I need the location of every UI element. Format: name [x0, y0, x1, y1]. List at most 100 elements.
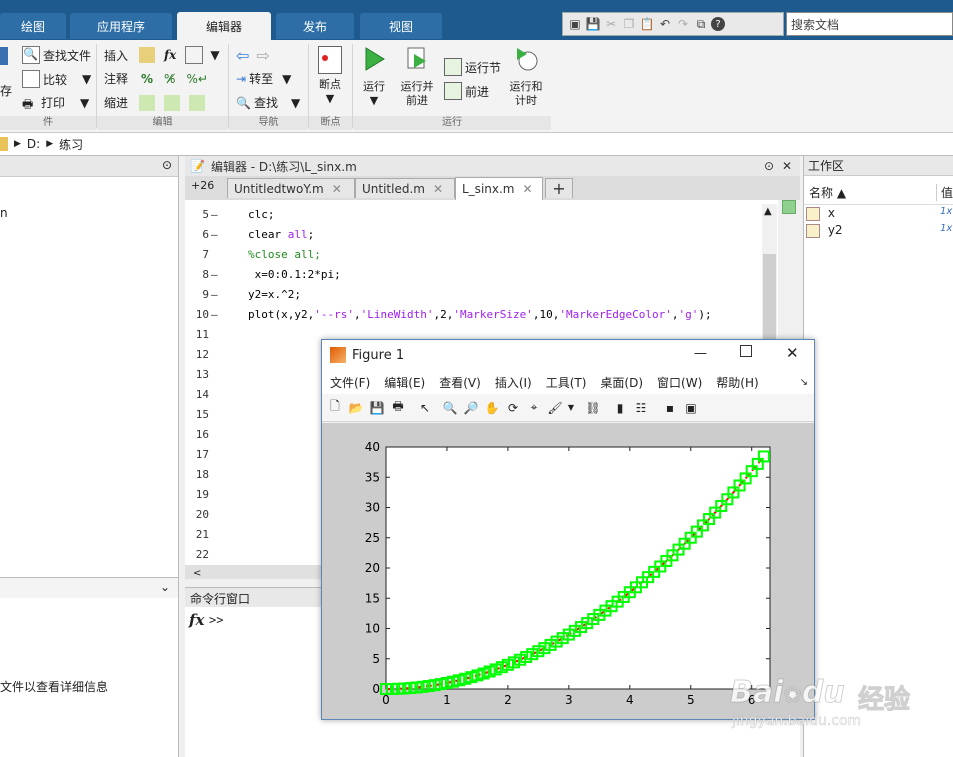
- close-icon[interactable]: ✕: [786, 344, 799, 362]
- tab-view[interactable]: 视图: [360, 13, 442, 39]
- compare-button[interactable]: 比较 ▼: [22, 70, 91, 88]
- workspace-col-value[interactable]: 值: [936, 184, 953, 201]
- print-button[interactable]: 🖶 打印 ▼: [22, 94, 89, 111]
- chevron-down-icon[interactable]: ⌄: [160, 580, 170, 594]
- new-tab-button[interactable]: +: [545, 178, 573, 198]
- file-list-item[interactable]: n: [0, 206, 8, 220]
- legend-icon[interactable]: ☷: [632, 399, 650, 417]
- workspace-var-row[interactable]: y2 1x: [806, 223, 953, 239]
- figure-menu-item[interactable]: 查看(V): [439, 374, 481, 391]
- link-plot-icon[interactable]: ⛓: [584, 399, 602, 417]
- save-icon[interactable]: 💾: [585, 16, 601, 32]
- tab-overflow-button[interactable]: +26: [191, 179, 214, 192]
- show-plot-tools-icon[interactable]: ▣: [682, 399, 700, 417]
- increase-indent-icon[interactable]: [164, 94, 181, 111]
- hide-plot-tools-icon[interactable]: ▪: [661, 399, 679, 417]
- figure-menu-item[interactable]: 文件(F): [330, 374, 370, 391]
- code-line[interactable]: plot(x,y2,'--rs','LineWidth',2,'MarkerSi…: [248, 308, 712, 321]
- smart-indent-icon[interactable]: [139, 94, 156, 111]
- breakpoint-marker[interactable]: –: [211, 308, 221, 321]
- run-button[interactable]: 运行 ▼: [356, 46, 392, 108]
- find-files-button[interactable]: 🔍 查找文件: [22, 46, 91, 64]
- close-icon[interactable]: ✕: [782, 159, 792, 173]
- forward-arrow-icon[interactable]: ⇨: [256, 46, 269, 65]
- print-icon[interactable]: 🖶: [389, 399, 407, 417]
- code-line[interactable]: %close all;: [248, 248, 321, 261]
- panel-menu-icon[interactable]: ⊙: [162, 158, 172, 172]
- chevron-down-icon[interactable]: ▼: [210, 48, 219, 62]
- search-documentation-input[interactable]: 搜索文档: [786, 12, 953, 36]
- breadcrumb-drive[interactable]: D:: [27, 137, 40, 151]
- figure-menu-item[interactable]: 帮助(H): [716, 374, 758, 391]
- percent-icon[interactable]: %: [141, 72, 153, 86]
- switch-windows-icon[interactable]: ⧉: [693, 16, 709, 32]
- editor-tab[interactable]: Untitled.m ✕: [355, 178, 455, 198]
- save-frag-button[interactable]: [0, 47, 8, 65]
- comment-button[interactable]: 注释% %̸ %↵: [104, 70, 208, 87]
- rotate-icon[interactable]: ⟳: [504, 399, 522, 417]
- figure-menu-item[interactable]: 工具(T): [546, 374, 587, 391]
- code-line[interactable]: clc;: [248, 208, 275, 221]
- figure-menu-item[interactable]: 桌面(D): [600, 374, 643, 391]
- close-icon[interactable]: ✕: [332, 182, 342, 196]
- close-icon[interactable]: ✕: [433, 182, 443, 196]
- maximize-icon[interactable]: [740, 345, 752, 357]
- editor-tab[interactable]: UntitledtwoY.m ✕: [227, 178, 355, 198]
- figure-menu-item[interactable]: 插入(I): [495, 374, 532, 391]
- figure-title-bar[interactable]: Figure 1 — ✕: [322, 340, 814, 370]
- open-file-icon[interactable]: 📂: [347, 399, 365, 417]
- tab-plots[interactable]: 绘图: [0, 13, 66, 39]
- paste-icon[interactable]: 📋: [639, 16, 655, 32]
- advance-button[interactable]: 前进: [444, 82, 489, 100]
- editor-horizontal-scrollbar[interactable]: <: [185, 565, 321, 579]
- dock-arrow-icon[interactable]: ↘: [800, 377, 808, 388]
- undo-icon[interactable]: ↶: [657, 16, 673, 32]
- tab-apps[interactable]: 应用程序: [70, 13, 172, 39]
- editor-tab-active[interactable]: L_sinx.m ✕: [455, 177, 543, 200]
- fx-icon[interactable]: fx: [189, 611, 204, 629]
- function-icon[interactable]: [185, 46, 204, 64]
- figure-menu-item[interactable]: 窗口(W): [657, 374, 702, 391]
- breakpoint-marker[interactable]: –: [211, 208, 221, 221]
- minimize-icon[interactable]: —: [694, 346, 707, 361]
- run-and-time-button[interactable]: 运行和 计时: [506, 46, 546, 108]
- breakpoint-marker[interactable]: –: [211, 228, 221, 241]
- tab-editor[interactable]: 编辑器: [177, 12, 271, 40]
- back-arrow-icon[interactable]: ⇦: [236, 46, 249, 65]
- close-icon[interactable]: ✕: [522, 182, 532, 196]
- code-line[interactable]: x=0:0.1:2*pi;: [248, 268, 341, 281]
- code-analyzer-indicator[interactable]: [782, 200, 796, 214]
- code-line[interactable]: clear all;: [248, 228, 314, 241]
- copy-icon[interactable]: ❐: [621, 16, 637, 32]
- tab-publish[interactable]: 发布: [276, 13, 354, 39]
- colorbar-icon[interactable]: ▮: [611, 399, 629, 417]
- pan-icon[interactable]: ✋: [483, 399, 501, 417]
- cut-icon[interactable]: ✂: [603, 16, 619, 32]
- save-icon[interactable]: 💾: [368, 399, 386, 417]
- redo-icon[interactable]: ↷: [675, 16, 691, 32]
- insert-button[interactable]: 插入 fx ▼: [104, 46, 220, 64]
- wrap-comments-icon[interactable]: %↵: [186, 72, 207, 86]
- run-and-advance-button[interactable]: 运行并 前进: [396, 46, 438, 108]
- uncomment-icon[interactable]: %̸: [164, 72, 175, 86]
- help-icon[interactable]: ?: [711, 17, 725, 31]
- breadcrumb-folder[interactable]: 练习: [59, 136, 83, 153]
- code-line[interactable]: y2=x.^2;: [248, 288, 301, 301]
- layout-icon[interactable]: ▣: [567, 16, 583, 32]
- zoom-out-icon[interactable]: 🔎: [462, 399, 480, 417]
- chevron-down-icon[interactable]: ▼: [567, 399, 575, 417]
- zoom-in-icon[interactable]: 🔍: [441, 399, 459, 417]
- goto-button[interactable]: ⇥ 转至 ▼: [236, 70, 291, 87]
- back-forward-buttons[interactable]: ⇦ ⇨: [236, 46, 270, 65]
- find-button[interactable]: 🔍 查找 ▼: [236, 94, 300, 111]
- figure-menu-item[interactable]: 编辑(E): [384, 374, 425, 391]
- breakpoint-marker[interactable]: –: [211, 288, 221, 301]
- editor-menu-icon[interactable]: ⊙: [764, 159, 774, 173]
- plot-axes-box[interactable]: [385, 446, 771, 690]
- data-cursor-icon[interactable]: ⌖: [525, 399, 543, 417]
- decrease-indent-icon[interactable]: [189, 94, 206, 111]
- workspace-col-name[interactable]: 名称 ▲: [809, 184, 846, 201]
- breakpoints-button[interactable]: 断点 ▼: [312, 46, 348, 106]
- scroll-left-icon[interactable]: <: [193, 568, 201, 579]
- run-section-button[interactable]: 运行节: [444, 58, 501, 76]
